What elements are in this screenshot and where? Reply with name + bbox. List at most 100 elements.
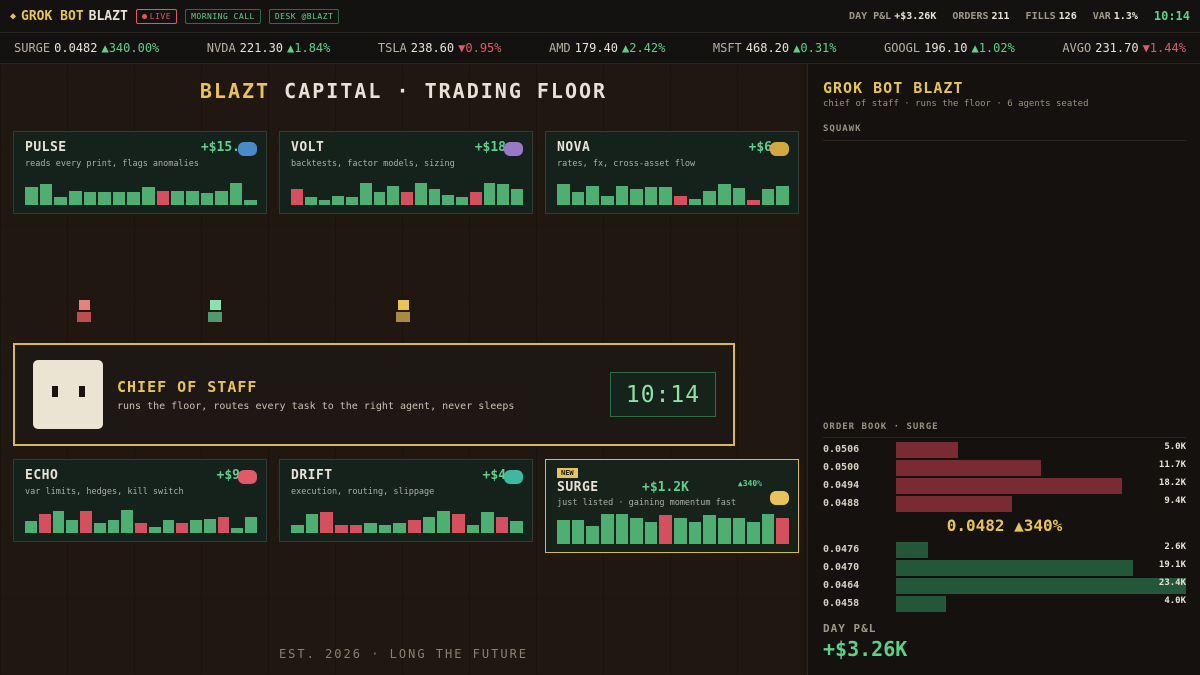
spark-bar	[571, 520, 585, 544]
order-price: 0.0458	[823, 598, 860, 609]
agent-name: SURGE	[557, 480, 599, 495]
order-book-ask-row[interactable]: 0.0506 5.0K	[823, 442, 1186, 458]
top-clock: 10:14	[1153, 9, 1190, 23]
spark-bar	[54, 197, 67, 205]
spark-bar	[615, 185, 629, 205]
order-book-bid-row[interactable]: 0.0476 2.6K	[823, 542, 1186, 558]
agent-description: reads every print, flags anomalies	[25, 159, 199, 169]
chief-of-staff-card[interactable]: CHIEF OF STAFF runs the floor, routes ev…	[13, 343, 735, 446]
spark-bar	[437, 510, 450, 533]
spark-bar	[38, 513, 51, 533]
stat-day-pnl: DAY P&L +$3.26K	[849, 10, 937, 22]
agent-card-pulse[interactable]: PULSE +$15. reads every print, flags anoma…	[13, 131, 267, 214]
agent-card-volt[interactable]: VOLT +$18 backtests, factor models, sizing	[279, 131, 533, 214]
agent-card-echo[interactable]: ECHO +$9 var limits, hedges, kill switch	[13, 459, 267, 542]
spark-bar	[112, 192, 126, 205]
stat-var: VAR 1.3%	[1092, 10, 1138, 22]
order-book-bid-row[interactable]: 0.0464 23.4K	[823, 578, 1186, 594]
spark-bar	[571, 192, 585, 205]
spark-bar	[557, 184, 570, 205]
ticker-item[interactable]: NVDA 221.30 ▲1.84%	[207, 41, 331, 55]
order-size: 9.4K	[1164, 496, 1186, 506]
spark-bar	[497, 184, 510, 205]
ticker-price: 0.0482	[54, 41, 98, 55]
depth-bar	[896, 478, 1122, 494]
spark-bar	[68, 190, 82, 205]
spark-bar	[674, 518, 687, 544]
depth-bar	[896, 460, 1041, 476]
spark-bar	[414, 182, 427, 205]
agent-card-nova[interactable]: NOVA +$6 rates, fx, cross-asset flow	[545, 131, 799, 214]
agent-status-chip-icon	[504, 142, 523, 156]
agent-status-chip-icon	[238, 470, 257, 484]
spark-bar	[393, 522, 406, 533]
spark-bar	[320, 512, 333, 533]
spark-bar	[747, 199, 760, 205]
spark-bar	[557, 520, 570, 544]
agent-pnl: +$9	[216, 468, 240, 483]
agent-card-drift[interactable]: DRIFT +$4 execution, routing, slippage	[279, 459, 533, 542]
spark-bar	[615, 513, 629, 544]
spark-bar	[291, 189, 303, 205]
ticker-item[interactable]: GOOGL 196.10 ▲1.02%	[884, 41, 1015, 55]
ticker-symbol: GOOGL	[883, 41, 921, 55]
spark-bar	[334, 525, 348, 533]
ticker-symbol: MSFT	[712, 41, 742, 55]
spark-bar	[142, 186, 155, 205]
spark-bar	[732, 518, 746, 544]
spark-bar	[511, 189, 524, 205]
order-book-bid-row[interactable]: 0.0470 19.1K	[823, 560, 1186, 576]
spark-bar	[162, 520, 175, 533]
spark-bar	[483, 182, 496, 205]
spark-bar	[203, 518, 216, 533]
spark-bar	[171, 190, 184, 205]
agent-pnl: +$1.2K	[642, 480, 689, 495]
ticker-item[interactable]: AVGO 231.70 ▼1.44%	[1062, 41, 1186, 55]
ticker-item[interactable]: TSLA 238.60 ▼0.95%	[378, 41, 502, 55]
spark-bar	[93, 522, 106, 533]
agent-name: PULSE	[25, 140, 67, 155]
spark-bar	[127, 192, 140, 205]
ticker-item[interactable]: AMD 179.40 ▲2.42%	[549, 41, 665, 55]
agent-status-chip-icon	[238, 142, 257, 156]
spark-bar	[644, 186, 658, 205]
order-book-bid-row[interactable]: 0.0458 4.0K	[823, 596, 1186, 612]
ticker-item[interactable]: MSFT 468.20 ▲0.31%	[713, 41, 837, 55]
spark-bar	[245, 517, 258, 533]
live-badge: LIVE	[135, 8, 178, 24]
agent-sparkbars	[557, 512, 789, 544]
ticker-item[interactable]: SURGE 0.0482 ▲340.00%	[14, 41, 159, 55]
spark-bar	[586, 185, 599, 205]
ticker-change: ▼1.44%	[1142, 41, 1186, 55]
panel-title: GROK BOT BLAZT	[823, 79, 964, 97]
desk-button[interactable]: DESK @BLAZT	[268, 8, 340, 24]
spark-bar	[674, 195, 687, 205]
ticker-change: ▲1.84%	[287, 41, 331, 55]
spark-bar	[156, 190, 170, 205]
spark-bar	[39, 184, 53, 205]
ticker-symbol: NVDA	[206, 41, 236, 55]
order-book-ask-row[interactable]: 0.0500 11.7K	[823, 460, 1186, 476]
spark-bar	[659, 186, 672, 205]
agent-card-surge[interactable]: NEW SURGE +$1.2K ▲340% just listed · gaining…	[545, 459, 799, 553]
chief-clock: 10:14	[610, 372, 716, 417]
spark-bar	[761, 189, 775, 205]
agent-pnl: +$6	[748, 140, 772, 155]
spark-bar	[600, 195, 614, 205]
ticker-symbol: AVGO	[1062, 41, 1092, 55]
spark-bar	[346, 197, 358, 205]
spark-bar	[466, 525, 480, 533]
agent-avatar-icon	[396, 300, 410, 322]
order-book-ask-row[interactable]: 0.0494 18.2K	[823, 478, 1186, 494]
spark-bar	[600, 513, 614, 544]
spark-bar	[25, 521, 37, 533]
spark-bar	[481, 512, 494, 533]
morning-call-button[interactable]: MORNING CALL	[185, 8, 261, 24]
ticker-change: ▲1.02%	[971, 41, 1015, 55]
spark-bar	[349, 525, 363, 533]
top-stats: DAY P&L +$3.26K ORDERS 211 FILLS 126 VAR 1.3…	[849, 9, 1190, 23]
order-book-ask-row[interactable]: 0.0488 9.4K	[823, 496, 1186, 512]
depth-bar	[896, 596, 946, 612]
agent-pnl: +$4	[482, 468, 506, 483]
spark-bar	[25, 186, 38, 205]
